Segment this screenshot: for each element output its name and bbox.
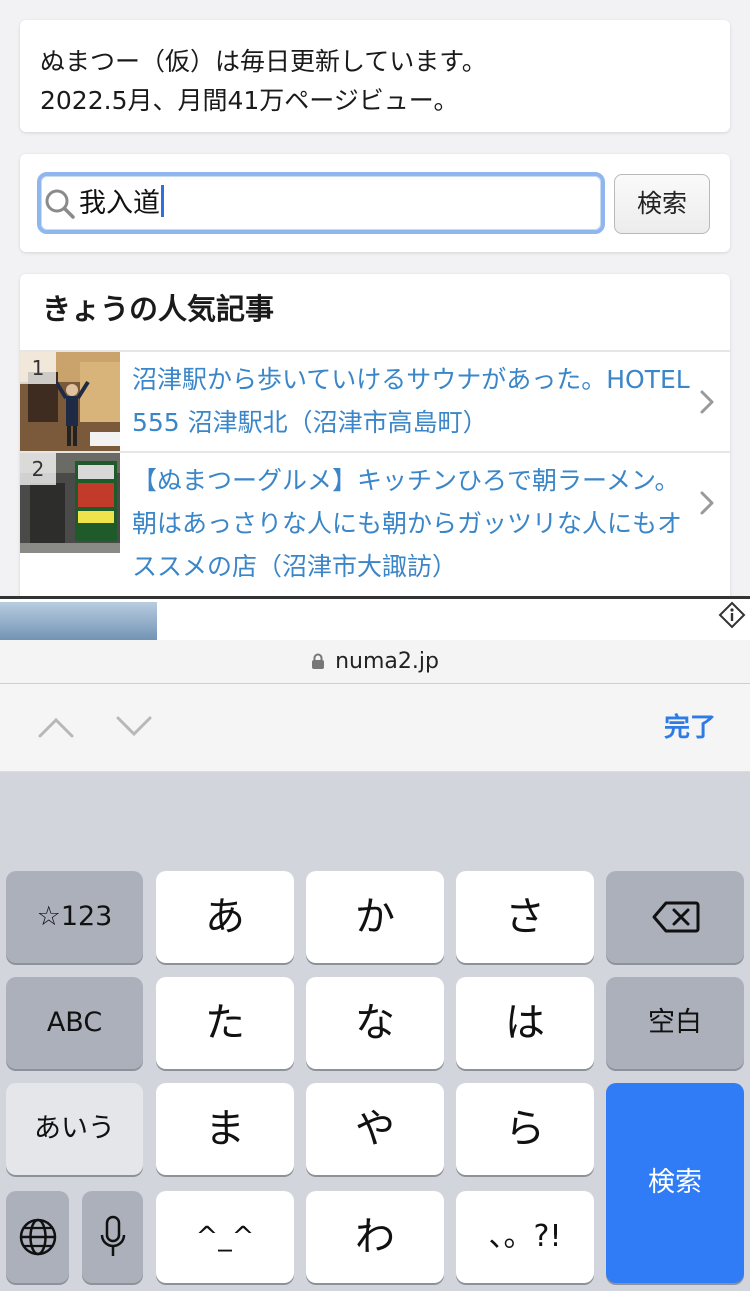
key-backspace[interactable]: [606, 871, 744, 963]
post-thumbnail: 1: [20, 352, 120, 452]
done-button[interactable]: 完了: [664, 708, 716, 748]
previous-field-icon[interactable]: [36, 712, 76, 742]
search-input[interactable]: 我入道: [37, 172, 605, 234]
text-caret: [161, 185, 164, 217]
key-label: 、。?!: [488, 1219, 562, 1254]
backspace-icon: [652, 901, 700, 933]
lock-icon: [312, 653, 325, 669]
key-label: ^_^: [195, 1221, 255, 1252]
key-label: ら: [505, 1106, 545, 1152]
key-search-enter[interactable]: 検索: [606, 1083, 744, 1283]
key-emoticon[interactable]: ^_^: [156, 1191, 294, 1283]
key-label: わ: [355, 1214, 395, 1260]
notice-card: ぬまつー（仮）は毎日更新しています。 2022.5月、月間41万ページビュー。: [20, 20, 730, 132]
key-na[interactable]: な: [306, 977, 444, 1069]
key-label: ABC: [46, 1007, 103, 1038]
post-rank: 2: [20, 453, 56, 485]
key-numbers-mode[interactable]: ☆123: [6, 871, 143, 963]
key-ra[interactable]: ら: [456, 1083, 594, 1175]
web-page: ぬまつー（仮）は毎日更新しています。 2022.5月、月間41万ページビュー。 …: [0, 0, 750, 640]
key-abc-mode[interactable]: ABC: [6, 977, 143, 1069]
key-label: 検索: [648, 1167, 702, 1198]
key-label: さ: [505, 894, 545, 940]
next-field-icon[interactable]: [114, 712, 154, 742]
chevron-right-icon: [700, 491, 714, 515]
key-label: 空白: [648, 1007, 702, 1038]
key-punctuation[interactable]: 、。?!: [456, 1191, 594, 1283]
keyboard-accessory-bar: 完了: [0, 684, 750, 772]
popular-post-2[interactable]: 2 【ぬまつーグルメ】キッチンひろで朝ラーメン。朝はあっさりな人にも朝からガッツ…: [20, 451, 730, 581]
key-globe[interactable]: [6, 1191, 69, 1283]
popular-articles-card: きょうの人気記事 1 沼津駅から歩いていけるサウナがあった。HOTEL 555 …: [20, 274, 730, 640]
search-icon: [45, 189, 75, 219]
popular-heading: きょうの人気記事: [42, 292, 275, 326]
browser-url-bar[interactable]: numa2.jp: [0, 640, 750, 684]
notice-line-1: ぬまつー（仮）は毎日更新しています。: [40, 47, 487, 76]
post-title[interactable]: 沼津駅から歩いていけるサウナがあった。HOTEL 555 沼津駅北（沼津市高島町…: [132, 358, 692, 444]
ad-image: [0, 602, 157, 640]
post-title[interactable]: 【ぬまつーグルメ】キッチンひろで朝ラーメン。朝はあっさりな人にも朝からガッツリな…: [132, 459, 692, 588]
search-query: 我入道: [79, 185, 164, 222]
key-label: ま: [205, 1106, 245, 1152]
key-ma[interactable]: ま: [156, 1083, 294, 1175]
key-ya[interactable]: や: [306, 1083, 444, 1175]
key-sa[interactable]: さ: [456, 871, 594, 963]
key-wa[interactable]: わ: [306, 1191, 444, 1283]
key-ta[interactable]: た: [156, 977, 294, 1069]
search-button[interactable]: 検索: [614, 174, 710, 234]
key-ha[interactable]: は: [456, 977, 594, 1069]
key-label: ☆123: [36, 901, 113, 932]
key-ka[interactable]: か: [306, 871, 444, 963]
popular-post-1[interactable]: 1 沼津駅から歩いていけるサウナがあった。HOTEL 555 沼津駅北（沼津市高…: [20, 350, 730, 452]
key-space[interactable]: 空白: [606, 977, 744, 1069]
key-label: は: [505, 1000, 545, 1046]
search-card: 我入道 検索: [20, 154, 730, 252]
key-label: な: [355, 1000, 395, 1046]
microphone-icon: [100, 1215, 126, 1256]
ad-info-icon[interactable]: [718, 601, 746, 629]
notice-line-2: 2022.5月、月間41万ページビュー。: [40, 86, 459, 115]
globe-icon: [19, 1218, 57, 1256]
key-label: か: [355, 894, 395, 940]
ad-banner[interactable]: [0, 596, 750, 640]
key-label: や: [355, 1106, 395, 1152]
chevron-right-icon: [700, 390, 714, 414]
key-label: あ: [205, 894, 245, 940]
url-text: numa2.jp: [335, 649, 439, 674]
key-label: た: [205, 1000, 245, 1046]
post-rank: 1: [20, 352, 56, 384]
key-label: あいう: [34, 1113, 115, 1144]
key-kana-mode[interactable]: あいう: [6, 1083, 143, 1175]
post-thumbnail: 2: [20, 453, 120, 553]
key-dictation[interactable]: [82, 1191, 143, 1283]
japanese-keyboard: ☆123 あ か さ ABC た な は 空白 あいう ま や ら 検索 ^_^…: [0, 772, 750, 1291]
search-query-text: 我入道: [79, 188, 160, 219]
key-a[interactable]: あ: [156, 871, 294, 963]
